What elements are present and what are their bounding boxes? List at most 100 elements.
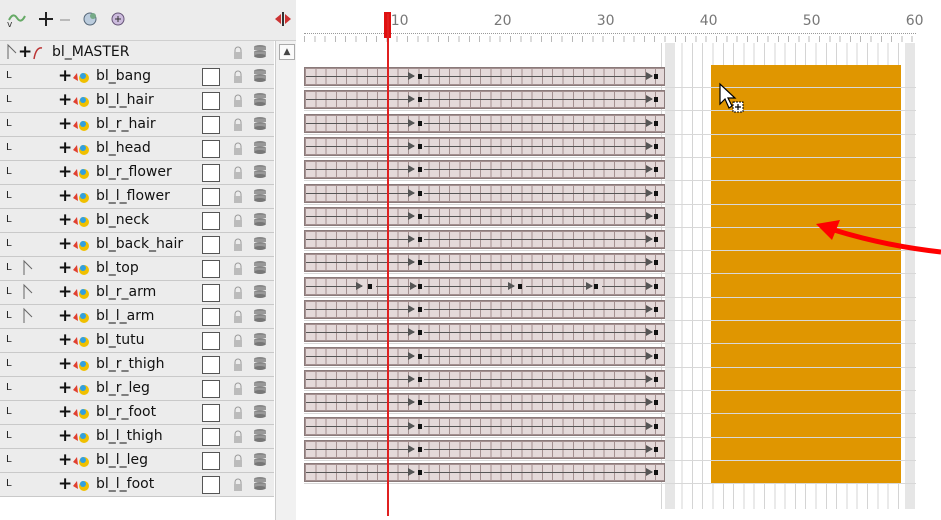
layer-stack-icon[interactable] <box>253 308 267 324</box>
expand-toggle-icon[interactable] <box>22 307 34 329</box>
layer-row-bl_l_foot[interactable]: L + bl_l_foot <box>0 473 274 497</box>
frame-row[interactable] <box>304 345 916 368</box>
frame-row[interactable] <box>304 438 916 461</box>
keyframe-marker[interactable] <box>654 97 658 103</box>
collapse-icon[interactable] <box>54 8 76 30</box>
layer-stack-icon[interactable] <box>253 236 267 252</box>
lock-icon[interactable] <box>233 333 243 347</box>
keyframe-marker[interactable] <box>654 400 658 406</box>
layer-color-swatch[interactable] <box>202 260 220 278</box>
keyframe-marker[interactable] <box>654 353 658 359</box>
layer-stack-icon[interactable] <box>253 476 267 492</box>
keyframe-marker[interactable] <box>418 260 422 266</box>
layer-scrollbar[interactable]: ▲ <box>275 41 296 520</box>
layer-row-bl_r_foot[interactable]: L + bl_r_foot <box>0 401 274 425</box>
lock-icon[interactable] <box>233 309 243 323</box>
layer-row-bl_l_hair[interactable]: L + bl_l_hair <box>0 89 274 113</box>
lock-icon[interactable] <box>233 45 243 59</box>
layer-color-swatch[interactable] <box>202 404 220 422</box>
keyframe-marker[interactable] <box>418 97 422 103</box>
layer-row-bl_r_flower[interactable]: L + bl_r_flower <box>0 161 274 185</box>
frame-grid[interactable] <box>304 43 916 509</box>
lock-icon[interactable] <box>233 381 243 395</box>
layer-color-swatch[interactable] <box>202 428 220 446</box>
keyframe-marker[interactable] <box>418 167 422 173</box>
lock-icon[interactable] <box>233 165 243 179</box>
layer-color-swatch[interactable] <box>202 308 220 326</box>
frame-row[interactable] <box>304 415 916 438</box>
frame-row[interactable] <box>304 88 916 111</box>
expand-toggle-icon[interactable] <box>22 259 34 281</box>
playhead-line[interactable] <box>387 14 390 516</box>
keyframe-marker[interactable] <box>418 400 422 406</box>
frame-ruler[interactable]: 10 20 30 40 50 60 <box>296 0 941 42</box>
keyframe-marker[interactable] <box>418 190 422 196</box>
layer-row-bl_MASTER[interactable]: + bl_MASTER <box>0 41 274 65</box>
layer-color-swatch[interactable] <box>202 212 220 230</box>
lock-icon[interactable] <box>233 429 243 443</box>
layer-color-swatch[interactable] <box>202 452 220 470</box>
add-group-icon[interactable] <box>108 8 130 30</box>
layer-stack-icon[interactable] <box>253 452 267 468</box>
layer-row-bl_l_arm[interactable]: L + bl_l_arm <box>0 305 274 329</box>
layer-stack-icon[interactable] <box>253 68 267 84</box>
layer-color-swatch[interactable] <box>202 140 220 158</box>
layer-color-swatch[interactable] <box>202 116 220 134</box>
keyframe-marker[interactable] <box>654 446 658 452</box>
keyframe-marker[interactable] <box>654 260 658 266</box>
layer-color-swatch[interactable] <box>202 476 220 494</box>
frame-row[interactable] <box>304 391 916 414</box>
layer-row-bl_head[interactable]: L + bl_head <box>0 137 274 161</box>
keyframe-marker[interactable] <box>418 237 422 243</box>
layer-row-bl_back_hair[interactable]: L + bl_back_hair <box>0 233 274 257</box>
layer-row-bl_l_flower[interactable]: L + bl_l_flower <box>0 185 274 209</box>
keyframe-marker[interactable] <box>594 283 598 289</box>
sound-scrubbing-icon[interactable] <box>272 8 294 30</box>
lock-icon[interactable] <box>233 405 243 419</box>
keyframe-marker[interactable] <box>418 307 422 312</box>
frame-row[interactable] <box>304 182 916 205</box>
frame-row[interactable] <box>304 112 916 135</box>
layer-stack-icon[interactable] <box>253 140 267 156</box>
lock-icon[interactable] <box>233 189 243 203</box>
frame-row[interactable] <box>304 135 916 158</box>
frame-row[interactable] <box>304 65 916 88</box>
keyframe-marker[interactable] <box>418 213 422 219</box>
keyframe-marker[interactable] <box>418 446 422 452</box>
frame-row[interactable] <box>304 275 916 298</box>
layer-stack-icon[interactable] <box>253 92 267 108</box>
keyframe-marker[interactable] <box>518 283 522 289</box>
keyframe-marker[interactable] <box>418 423 422 429</box>
keyframe-marker[interactable] <box>418 283 422 289</box>
expand-toggle-icon[interactable] <box>6 43 18 65</box>
keyframe-marker[interactable] <box>418 74 422 79</box>
lock-icon[interactable] <box>233 285 243 299</box>
layer-stack-icon[interactable] <box>253 284 267 300</box>
keyframe-marker[interactable] <box>418 376 422 382</box>
keyframe-marker[interactable] <box>654 167 658 173</box>
layer-row-bl_bang[interactable]: L + bl_bang <box>0 65 274 89</box>
lock-icon[interactable] <box>233 357 243 371</box>
layer-row-bl_neck[interactable]: L + bl_neck <box>0 209 274 233</box>
layer-row-bl_top[interactable]: L + bl_top <box>0 257 274 281</box>
keyframe-marker[interactable] <box>654 74 658 79</box>
lock-icon[interactable] <box>233 93 243 107</box>
keyframe-marker[interactable] <box>654 423 658 429</box>
keyframe-marker[interactable] <box>654 330 658 336</box>
keyframe-marker[interactable] <box>654 213 658 219</box>
layer-stack-icon[interactable] <box>253 332 267 348</box>
keyframe-marker[interactable] <box>368 283 372 289</box>
lock-icon[interactable] <box>233 117 243 131</box>
add-drawing-icon[interactable]: v <box>6 8 28 30</box>
lock-icon[interactable] <box>233 261 243 275</box>
layer-row-bl_l_leg[interactable]: L + bl_l_leg <box>0 449 274 473</box>
layer-color-swatch[interactable] <box>202 188 220 206</box>
lock-icon[interactable] <box>233 237 243 251</box>
layer-stack-icon[interactable] <box>253 212 267 228</box>
keyframe-marker[interactable] <box>418 353 422 359</box>
layer-color-swatch[interactable] <box>202 92 220 110</box>
layer-color-swatch[interactable] <box>202 332 220 350</box>
keyframe-marker[interactable] <box>418 143 422 149</box>
keyframe-marker[interactable] <box>654 237 658 243</box>
layer-row-bl_r_leg[interactable]: L + bl_r_leg <box>0 377 274 401</box>
